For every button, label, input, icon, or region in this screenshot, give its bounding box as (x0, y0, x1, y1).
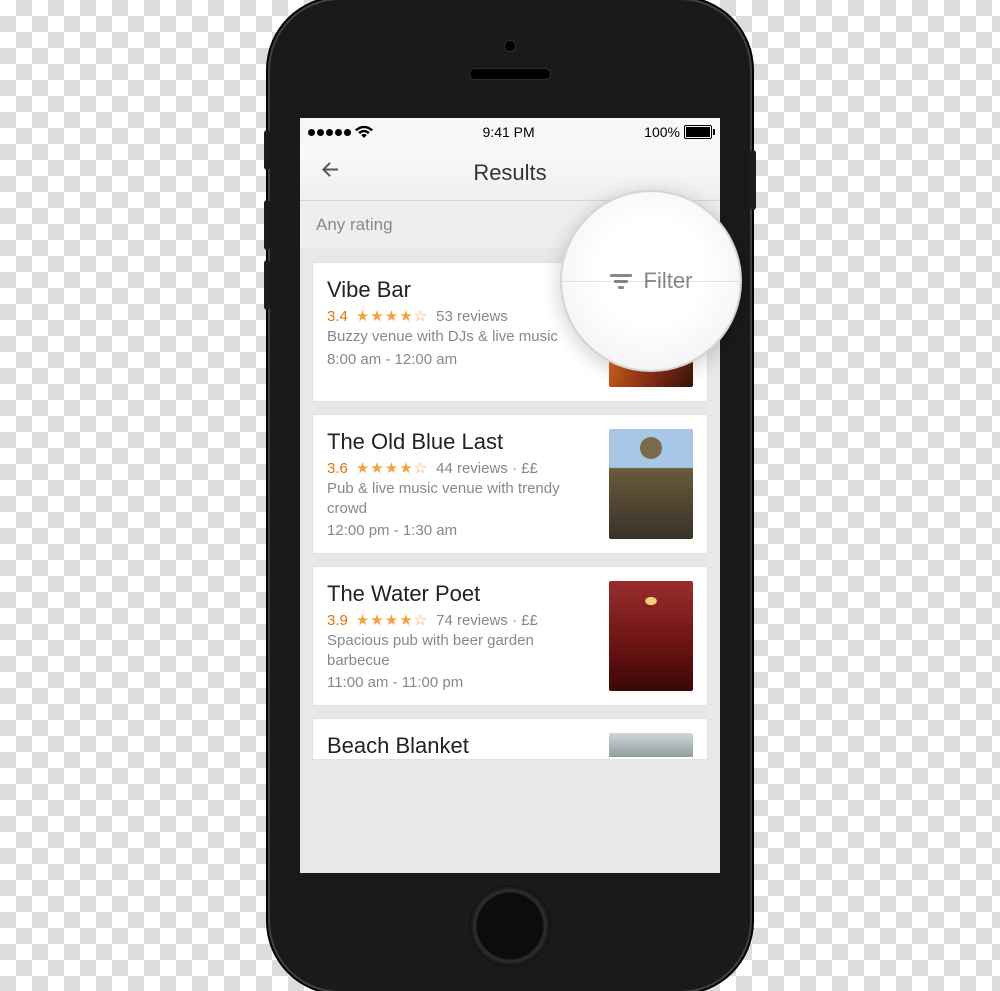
result-title: Beach Blanket (327, 733, 595, 759)
filter-button-callout[interactable]: Filter (560, 190, 742, 372)
arrow-left-icon (318, 158, 342, 182)
price-level: ££ (521, 460, 538, 477)
status-bar: 9:41 PM 100% (300, 118, 720, 146)
result-description: Buzzy venue with DJs & live music (327, 327, 595, 347)
front-camera (504, 40, 516, 52)
phone-frame: 9:41 PM 100% Results Any rating Vibe Bar (270, 0, 750, 991)
home-button[interactable] (469, 885, 551, 967)
rating-number: 3.9 (327, 612, 348, 629)
review-count: 44 reviews (436, 460, 508, 477)
review-count: 53 reviews (436, 308, 508, 325)
volume-down (264, 260, 270, 310)
filter-icon (610, 274, 632, 289)
rating-number: 3.4 (327, 308, 348, 325)
result-hours: 12:00 pm - 1:30 am (327, 522, 595, 539)
result-hours: 8:00 am - 12:00 am (327, 351, 595, 368)
star-rating-icon: ★★★★☆ (356, 611, 428, 629)
result-card[interactable]: The Water Poet 3.9 ★★★★☆ 74 reviews · ££… (312, 566, 708, 706)
cell-signal-icon (308, 129, 351, 136)
result-title: The Water Poet (327, 581, 595, 607)
filter-label: Filter (644, 268, 693, 294)
page-title: Results (473, 160, 546, 186)
result-title: Vibe Bar (327, 277, 595, 303)
earpiece-speaker (469, 68, 551, 80)
volume-up (264, 200, 270, 250)
rating-filter-label: Any rating (316, 215, 393, 235)
rating-number: 3.6 (327, 460, 348, 477)
result-thumbnail (609, 581, 693, 691)
result-title: The Old Blue Last (327, 429, 595, 455)
battery-icon (684, 125, 712, 139)
mute-switch (264, 130, 270, 170)
star-rating-icon: ★★★★☆ (356, 459, 428, 477)
power-button (750, 150, 756, 210)
battery-percent: 100% (644, 124, 680, 140)
star-rating-icon: ★★★★☆ (356, 307, 428, 325)
review-count: 74 reviews (436, 612, 508, 629)
result-thumbnail (609, 429, 693, 539)
result-hours: 11:00 am - 11:00 pm (327, 674, 595, 691)
result-thumbnail (609, 733, 693, 757)
result-card[interactable]: Beach Blanket (312, 718, 708, 760)
result-description: Spacious pub with beer garden barbecue (327, 631, 595, 670)
status-time: 9:41 PM (483, 124, 535, 140)
result-description: Pub & live music venue with trendy crowd (327, 479, 595, 518)
wifi-icon (355, 126, 373, 139)
price-level: ££ (521, 612, 538, 629)
back-button[interactable] (318, 158, 342, 189)
result-card[interactable]: The Old Blue Last 3.6 ★★★★☆ 44 reviews ·… (312, 414, 708, 554)
